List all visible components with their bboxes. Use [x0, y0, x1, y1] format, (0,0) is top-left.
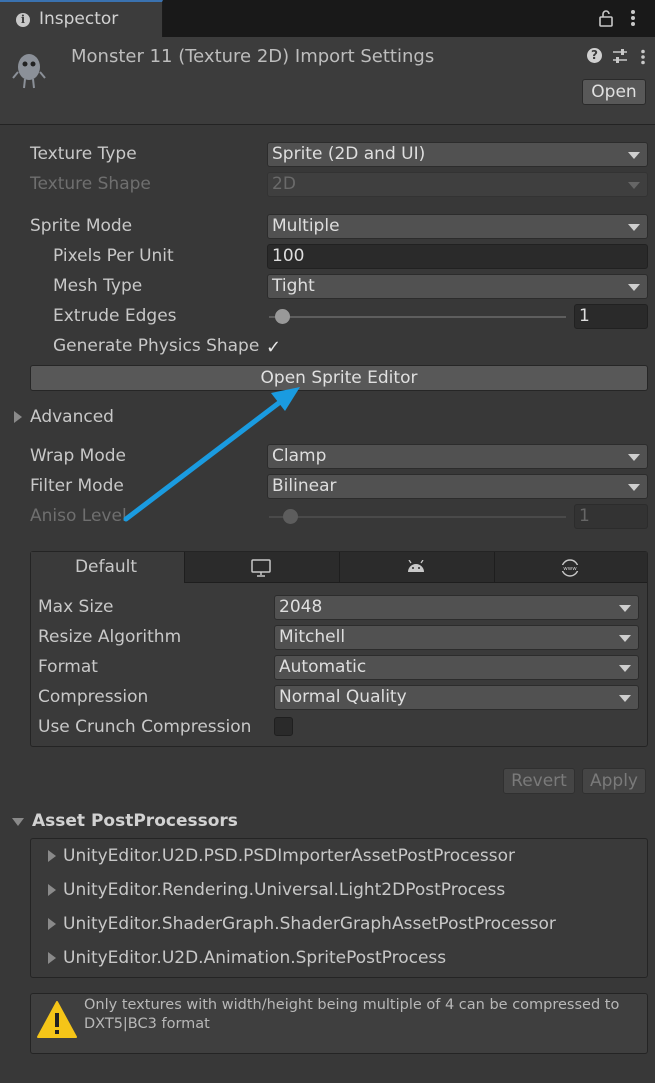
postprocessors-title[interactable]: Asset PostProcessors	[32, 811, 238, 831]
revert-button[interactable]: Revert	[503, 768, 575, 794]
chevron-down-icon	[628, 454, 640, 461]
list-item[interactable]: UnityEditor.ShaderGraph.ShaderGraphAsset…	[63, 914, 556, 934]
pixels-per-unit-input[interactable]: 100	[267, 244, 648, 269]
tab-default-label: Default	[74, 557, 138, 577]
texture-type-label: Texture Type	[30, 144, 137, 164]
help-icon[interactable]: ?	[587, 48, 602, 63]
list-item[interactable]: UnityEditor.Rendering.Universal.Light2DP…	[63, 880, 505, 900]
warning-text: Only textures with width/height being mu…	[84, 997, 620, 1032]
aniso-level-label: Aniso Level	[30, 506, 127, 526]
mesh-type-value: Tight	[272, 276, 315, 296]
resize-algorithm-label: Resize Algorithm	[38, 627, 182, 647]
mesh-type-label: Mesh Type	[53, 276, 143, 296]
apply-button[interactable]: Apply	[582, 768, 646, 794]
more-options-icon[interactable]	[630, 9, 636, 27]
sprite-mode-dropdown[interactable]: Multiple	[267, 214, 648, 239]
chevron-down-icon	[628, 284, 640, 291]
filter-mode-value: Bilinear	[272, 476, 337, 496]
chevron-down-icon	[619, 695, 631, 702]
webgl-icon: www	[560, 559, 580, 577]
format-dropdown[interactable]: Automatic	[274, 655, 639, 680]
svg-text:www: www	[563, 566, 577, 572]
preset-icon[interactable]	[612, 48, 628, 64]
compression-dropdown[interactable]: Normal Quality	[274, 685, 639, 710]
aniso-slider-track	[269, 516, 566, 518]
mesh-type-dropdown[interactable]: Tight	[267, 274, 648, 299]
texture-shape-value: 2D	[272, 174, 296, 194]
chevron-down-icon	[628, 484, 640, 491]
chevron-down-icon	[628, 224, 640, 231]
expand-icon[interactable]	[48, 884, 56, 896]
asset-thumbnail	[12, 54, 46, 89]
chevron-down-icon	[619, 605, 631, 612]
max-size-dropdown[interactable]: 2048	[274, 595, 639, 620]
format-label: Format	[38, 657, 98, 677]
lock-icon[interactable]	[598, 9, 614, 27]
wrap-mode-label: Wrap Mode	[30, 446, 126, 466]
texture-type-dropdown[interactable]: Sprite (2D and UI)	[267, 142, 648, 167]
chevron-down-icon	[628, 182, 640, 189]
compression-label: Compression	[38, 687, 149, 707]
advanced-foldout-icon[interactable]	[14, 411, 22, 423]
resize-algorithm-dropdown[interactable]: Mitchell	[274, 625, 639, 650]
extrude-edges-label: Extrude Edges	[53, 306, 177, 326]
generate-physics-checkbox[interactable]: ✓	[266, 338, 286, 358]
page-title: Monster 11 (Texture 2D) Import Settings	[71, 46, 435, 67]
extrude-slider-thumb[interactable]	[275, 309, 290, 324]
info-icon: i	[16, 13, 30, 27]
chevron-down-icon	[619, 665, 631, 672]
header-more-icon[interactable]	[640, 49, 646, 65]
postprocessors-foldout-icon[interactable]	[12, 818, 24, 826]
sprite-mode-label: Sprite Mode	[30, 216, 133, 236]
monitor-icon	[251, 559, 271, 577]
tab-inspector[interactable]: i Inspector	[0, 0, 163, 37]
filter-mode-dropdown[interactable]: Bilinear	[267, 474, 648, 499]
list-item[interactable]: UnityEditor.U2D.PSD.PSDImporterAssetPost…	[63, 846, 515, 866]
tab-inspector-label: Inspector	[39, 9, 119, 29]
android-icon	[408, 560, 424, 572]
tab-standalone[interactable]	[185, 552, 340, 583]
advanced-foldout-label[interactable]: Advanced	[30, 407, 114, 427]
open-sprite-editor-button[interactable]: Open Sprite Editor	[30, 365, 648, 391]
expand-icon[interactable]	[48, 918, 56, 930]
wrap-mode-dropdown[interactable]: Clamp	[267, 444, 648, 469]
wrap-mode-value: Clamp	[272, 446, 327, 466]
filter-mode-label: Filter Mode	[30, 476, 124, 496]
tab-android[interactable]	[340, 552, 495, 583]
crunch-compression-label: Use Crunch Compression	[38, 717, 252, 737]
aniso-level-input: 1	[574, 504, 648, 529]
resize-algorithm-value: Mitchell	[279, 627, 346, 647]
tab-webgl[interactable]: www	[495, 552, 647, 583]
aniso-slider-thumb	[283, 509, 298, 524]
sprite-mode-value: Multiple	[272, 216, 340, 236]
expand-icon[interactable]	[48, 850, 56, 862]
expand-icon[interactable]	[48, 952, 56, 964]
pixels-per-unit-label: Pixels Per Unit	[53, 246, 174, 266]
chevron-down-icon	[628, 152, 640, 159]
chevron-down-icon	[619, 635, 631, 642]
open-button[interactable]: Open	[582, 79, 646, 105]
max-size-label: Max Size	[38, 597, 114, 617]
tab-default[interactable]: Default	[31, 552, 185, 583]
extrude-edges-input[interactable]: 1	[574, 304, 648, 329]
compression-value: Normal Quality	[279, 687, 407, 707]
generate-physics-label: Generate Physics Shape	[53, 336, 260, 356]
warning-icon	[37, 1001, 77, 1038]
max-size-value: 2048	[279, 597, 323, 617]
texture-shape-label: Texture Shape	[30, 174, 151, 194]
texture-shape-dropdown: 2D	[267, 172, 648, 197]
texture-type-value: Sprite (2D and UI)	[272, 144, 426, 164]
list-item[interactable]: UnityEditor.U2D.Animation.SpritePostProc…	[63, 948, 446, 968]
format-value: Automatic	[279, 657, 367, 677]
crunch-compression-checkbox[interactable]	[274, 717, 293, 736]
extrude-slider-track[interactable]	[269, 316, 566, 318]
